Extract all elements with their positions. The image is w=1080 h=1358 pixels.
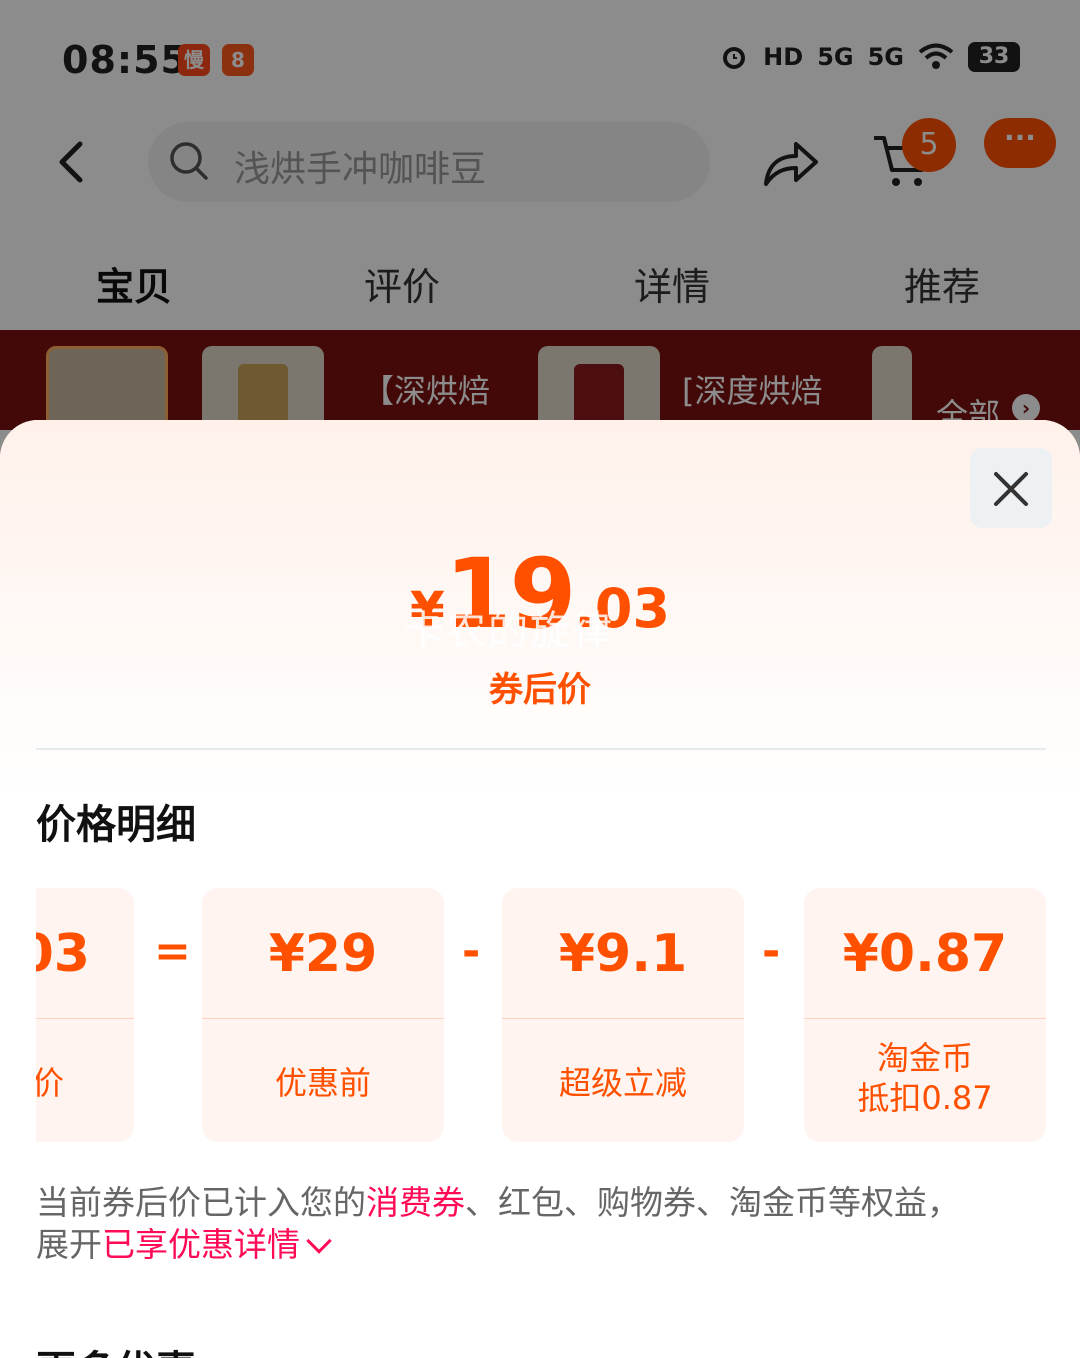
minus-operator: -: [762, 926, 781, 977]
price-card-value: ¥9.1: [558, 924, 688, 984]
price-note: 当前券后价已计入您的消费券、红包、购物券、淘金币等权益， 展开已享优惠详情: [36, 1182, 1046, 1266]
coin-label-line1: 淘金币: [876, 1039, 973, 1077]
price-detail-sheet: ¥19.03 卡农的旋律 券后价 价格明细 03 价 = ¥29 优惠前 - ¥…: [0, 420, 1080, 1358]
price-breakdown-title: 价格明细: [36, 802, 196, 848]
price-card-original: ¥29 优惠前: [202, 888, 444, 1142]
close-icon: [994, 472, 1028, 506]
price-card-label: 淘金币 抵扣0.87: [804, 1038, 1046, 1118]
equals-operator: =: [154, 926, 191, 977]
price-card-value: ¥0.87: [842, 924, 1008, 984]
coin-label-line2: 抵扣0.87: [857, 1079, 993, 1117]
enjoyed-discount-details-link[interactable]: 已享优惠详情: [102, 1225, 300, 1264]
more-offers-title: 更多优惠: [36, 1338, 196, 1358]
chevron-down-icon[interactable]: [306, 1228, 332, 1254]
consumption-coupon-link[interactable]: 消费券: [366, 1183, 465, 1222]
card-divider: [502, 1018, 744, 1019]
card-divider: [804, 1018, 1046, 1019]
price-card-coins: ¥0.87 淘金币 抵扣0.87: [804, 888, 1046, 1142]
note-text: 展开: [36, 1225, 102, 1264]
price-card-label: 优惠前: [274, 1064, 371, 1102]
watermark-text: 卡农的旋律: [404, 608, 614, 654]
price-card-value: ¥29: [268, 924, 378, 984]
minus-operator: -: [462, 926, 481, 977]
price-label: 券后价: [489, 670, 591, 710]
scroll-edge-mask: [0, 888, 36, 1142]
note-text: 当前券后价已计入您的: [36, 1183, 366, 1222]
note-text: 、红包、购物券、淘金币等权益，: [465, 1183, 960, 1222]
price-card-label: 超级立减: [558, 1064, 687, 1102]
price-card-discount: ¥9.1 超级立减: [502, 888, 744, 1142]
card-divider: [202, 1018, 444, 1019]
divider: [36, 748, 1046, 750]
close-button[interactable]: [970, 448, 1052, 528]
